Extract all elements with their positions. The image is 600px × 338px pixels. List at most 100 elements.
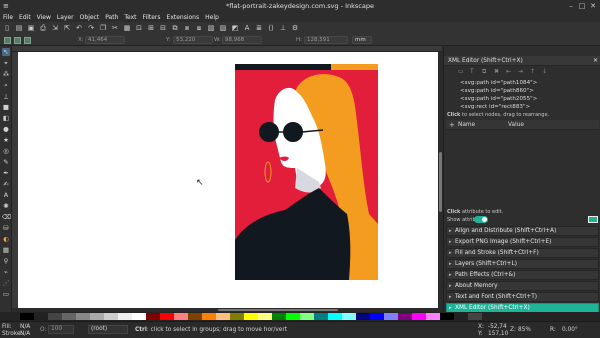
open-file-icon[interactable]: ▤ xyxy=(15,24,23,32)
width-field[interactable]: 98,968 xyxy=(222,36,262,44)
minimize-icon[interactable]: – xyxy=(567,2,575,10)
new-element-icon[interactable]: ▭ xyxy=(458,68,464,75)
tab-menu-icon[interactable] xyxy=(588,216,598,223)
duplicate-icon[interactable]: ⧉ xyxy=(171,24,179,32)
unlink-clone-icon[interactable]: ⧇ xyxy=(195,24,203,32)
color-palette[interactable] xyxy=(0,312,600,321)
palette-swatch[interactable] xyxy=(202,313,216,320)
calligraphy-tool-icon[interactable]: ✍ xyxy=(2,180,10,188)
pen-tool-icon[interactable]: ✒ xyxy=(2,169,10,177)
palette-swatch[interactable] xyxy=(398,313,412,320)
pages-tool-icon[interactable]: ▭ xyxy=(2,290,10,298)
group-icon[interactable]: ▧ xyxy=(207,24,215,32)
panel-text-font[interactable]: Text and Font (Shift+Ctrl+T) xyxy=(446,292,599,302)
palette-swatch[interactable] xyxy=(342,313,356,320)
menu-filters[interactable]: Filters xyxy=(143,14,161,21)
zoom-page-icon[interactable]: ⊟ xyxy=(159,24,167,32)
palette-swatch[interactable] xyxy=(370,313,384,320)
print-icon[interactable]: ⎙ xyxy=(39,24,47,32)
menu-edit[interactable]: Edit xyxy=(19,14,31,21)
xml-node[interactable]: <svg:path id="path2055"> xyxy=(460,96,537,102)
zoom-tool-icon[interactable]: ⌕ xyxy=(2,81,10,89)
palette-swatch[interactable] xyxy=(188,313,202,320)
palette-swatch[interactable] xyxy=(440,313,454,320)
layers-icon[interactable]: ≣ xyxy=(255,24,263,32)
x-field[interactable]: 41,464 xyxy=(85,36,125,44)
duplicate-node-icon[interactable]: ⧉ xyxy=(482,68,486,76)
palette-swatch[interactable] xyxy=(244,313,258,320)
palette-swatch[interactable] xyxy=(76,313,90,320)
rotation-field[interactable]: 0,00° xyxy=(562,327,578,333)
panel-path-effects[interactable]: Path Effects (Ctrl+&) xyxy=(446,270,599,280)
palette-swatch[interactable] xyxy=(146,313,160,320)
lpe-tool-icon[interactable]: ⋰ xyxy=(2,279,10,287)
delete-node-icon[interactable]: ✖ xyxy=(494,68,499,75)
redo-icon[interactable]: ↷ xyxy=(87,24,95,32)
select-all-layers-icon[interactable] xyxy=(14,37,21,44)
node-tool-icon[interactable]: ⌖ xyxy=(2,59,10,67)
palette-swatch[interactable] xyxy=(90,313,104,320)
ellipse-tool-icon[interactable]: ● xyxy=(2,125,10,133)
palette-swatch[interactable] xyxy=(216,313,230,320)
paint-bucket-tool-icon[interactable]: ⛁ xyxy=(2,224,10,232)
cut-icon[interactable]: ✂ xyxy=(111,24,119,32)
measure-tool-icon[interactable]: ⟂ xyxy=(2,92,10,100)
clone-icon[interactable]: ⧈ xyxy=(183,24,191,32)
palette-swatch[interactable] xyxy=(34,313,48,320)
unindent-icon[interactable]: ⇤ xyxy=(506,68,511,75)
palette-swatch[interactable] xyxy=(132,313,146,320)
save-icon[interactable]: ▣ xyxy=(27,24,35,32)
maximize-icon[interactable]: □ xyxy=(578,2,586,10)
palette-swatch[interactable] xyxy=(356,313,370,320)
add-attribute-icon[interactable]: + xyxy=(449,121,455,129)
paste-icon[interactable]: ▦ xyxy=(123,24,131,32)
pencil-tool-icon[interactable]: ✎ xyxy=(2,158,10,166)
palette-swatch[interactable] xyxy=(258,313,272,320)
attr-value-column[interactable]: Value xyxy=(508,122,524,128)
text-tool-icon[interactable]: A xyxy=(2,191,10,199)
gradient-tool-icon[interactable]: ◐ xyxy=(2,235,10,243)
zoom-selection-icon[interactable]: ⊡ xyxy=(135,24,143,32)
menu-file[interactable]: File xyxy=(3,14,13,21)
copy-icon[interactable]: ❐ xyxy=(99,24,107,32)
palette-swatch[interactable] xyxy=(314,313,328,320)
zoom-field[interactable]: 85% xyxy=(518,327,531,333)
palette-swatch[interactable] xyxy=(118,313,132,320)
select-all-icon[interactable] xyxy=(4,37,11,44)
undo-icon[interactable]: ↶ xyxy=(75,24,83,32)
align-distribute-icon[interactable]: ⊥ xyxy=(279,24,287,32)
opacity-field[interactable]: 100 xyxy=(48,325,74,334)
menu-help[interactable]: Help xyxy=(205,14,219,21)
rectangle-tool-icon[interactable]: ■ xyxy=(2,103,10,111)
menu-view[interactable]: View xyxy=(37,14,51,21)
palette-swatch[interactable] xyxy=(20,313,34,320)
tweak-tool-icon[interactable]: ⁂ xyxy=(2,70,10,78)
panel-export-png[interactable]: Export PNG Image (Shift+Ctrl+E) xyxy=(446,237,599,247)
raise-node-icon[interactable]: ↑ xyxy=(530,68,535,75)
palette-swatch[interactable] xyxy=(426,313,440,320)
new-document-icon[interactable]: ▯ xyxy=(3,24,11,32)
palette-swatch[interactable] xyxy=(62,313,76,320)
panel-align-distribute[interactable]: Align and Distribute (Shift+Ctrl+A) xyxy=(446,226,599,236)
xml-editor-header[interactable]: XML Editor (Shift+Ctrl+X) ✕ xyxy=(444,56,600,66)
height-field[interactable]: 128,591 xyxy=(304,36,348,44)
spiral-tool-icon[interactable]: ◎ xyxy=(2,147,10,155)
preferences-icon[interactable]: ⚙ xyxy=(291,24,299,32)
menu-extensions[interactable]: Extensions xyxy=(167,14,200,21)
panel-about-memory[interactable]: About Memory xyxy=(446,281,599,291)
star-tool-icon[interactable]: ★ xyxy=(2,136,10,144)
portrait-artwork[interactable] xyxy=(235,64,378,280)
palette-swatch[interactable] xyxy=(384,313,398,320)
palette-swatch[interactable] xyxy=(454,313,468,320)
xml-editor-icon[interactable]: ⟨⟩ xyxy=(267,24,275,32)
palette-swatch[interactable] xyxy=(468,313,482,320)
palette-swatch[interactable] xyxy=(412,313,426,320)
new-text-node-icon[interactable]: T xyxy=(470,68,474,75)
palette-swatch[interactable] xyxy=(160,313,174,320)
menu-object[interactable]: Object xyxy=(80,14,100,21)
dropper-tool-icon[interactable]: ⚲ xyxy=(2,257,10,265)
units-select[interactable]: mm xyxy=(352,36,372,44)
connector-tool-icon[interactable]: ⌁ xyxy=(2,268,10,276)
lower-node-icon[interactable]: ↓ xyxy=(542,68,547,75)
xml-node[interactable]: <svg:path id="path860"> xyxy=(460,88,534,94)
